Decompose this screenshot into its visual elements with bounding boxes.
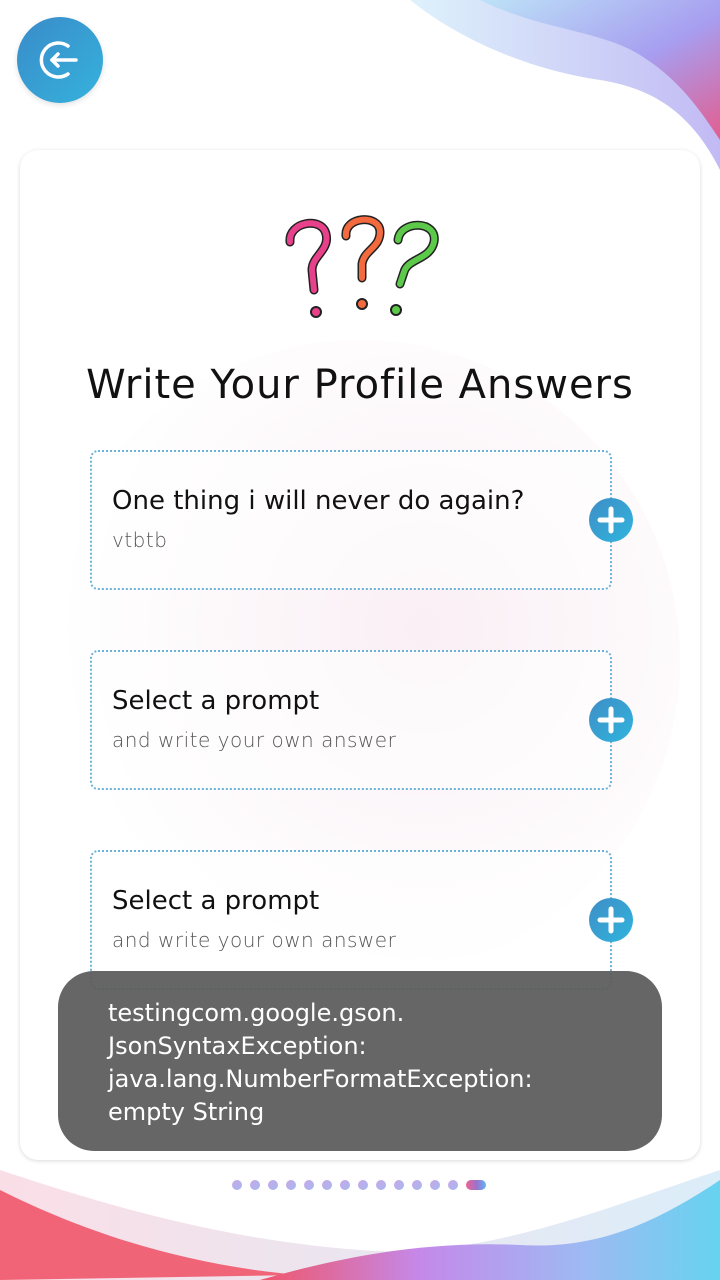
prompt-question: Select a prompt bbox=[112, 886, 320, 916]
error-toast: testingcom.google.gson. JsonSyntaxExcept… bbox=[58, 971, 662, 1151]
page-dot bbox=[232, 1180, 242, 1190]
toast-line: JsonSyntaxException: bbox=[108, 1032, 367, 1060]
page-title: Write Your Profile Answers bbox=[86, 362, 634, 408]
page-dot bbox=[358, 1180, 368, 1190]
page-dot bbox=[376, 1180, 386, 1190]
bottom-gradient-wave bbox=[0, 1170, 720, 1280]
prompt-card-3[interactable]: Select a prompt and write your own answe… bbox=[90, 850, 633, 990]
toast-line: empty String bbox=[108, 1098, 265, 1126]
page-dot bbox=[412, 1180, 422, 1190]
prompt-answer: and write your own answer bbox=[112, 728, 397, 752]
plus-circle-icon bbox=[597, 906, 625, 934]
add-prompt-button[interactable] bbox=[589, 898, 633, 942]
page-dot bbox=[304, 1180, 314, 1190]
plus-circle-icon bbox=[597, 706, 625, 734]
toast-line: java.lang.NumberFormatException: bbox=[108, 1065, 533, 1093]
page-dot bbox=[430, 1180, 440, 1190]
toast-line: testingcom.google.gson. bbox=[108, 999, 405, 1027]
plus-circle-icon bbox=[597, 506, 625, 534]
prompt-answer: and write your own answer bbox=[112, 928, 397, 952]
back-arrow-circle-icon bbox=[39, 41, 78, 79]
page-indicator bbox=[232, 1179, 486, 1191]
add-prompt-button[interactable] bbox=[589, 498, 633, 542]
prompt-question: Select a prompt bbox=[112, 686, 320, 716]
back-button[interactable] bbox=[17, 17, 103, 103]
prompt-question: One thing i will never do again? bbox=[112, 486, 525, 516]
page-dot bbox=[448, 1180, 458, 1190]
prompt-answer: vtbtb bbox=[112, 528, 168, 552]
prompt-card-1[interactable]: One thing i will never do again? vtbtb bbox=[90, 450, 633, 590]
page-dot-active bbox=[466, 1180, 486, 1190]
page-dot bbox=[250, 1180, 260, 1190]
question-marks-illustration bbox=[285, 215, 439, 318]
page-dot bbox=[322, 1180, 332, 1190]
page-dot bbox=[268, 1180, 278, 1190]
page-dot bbox=[286, 1180, 296, 1190]
page-dot bbox=[340, 1180, 350, 1190]
add-prompt-button[interactable] bbox=[589, 698, 633, 742]
prompt-card-2[interactable]: Select a prompt and write your own answe… bbox=[90, 650, 633, 790]
page-dot bbox=[394, 1180, 404, 1190]
